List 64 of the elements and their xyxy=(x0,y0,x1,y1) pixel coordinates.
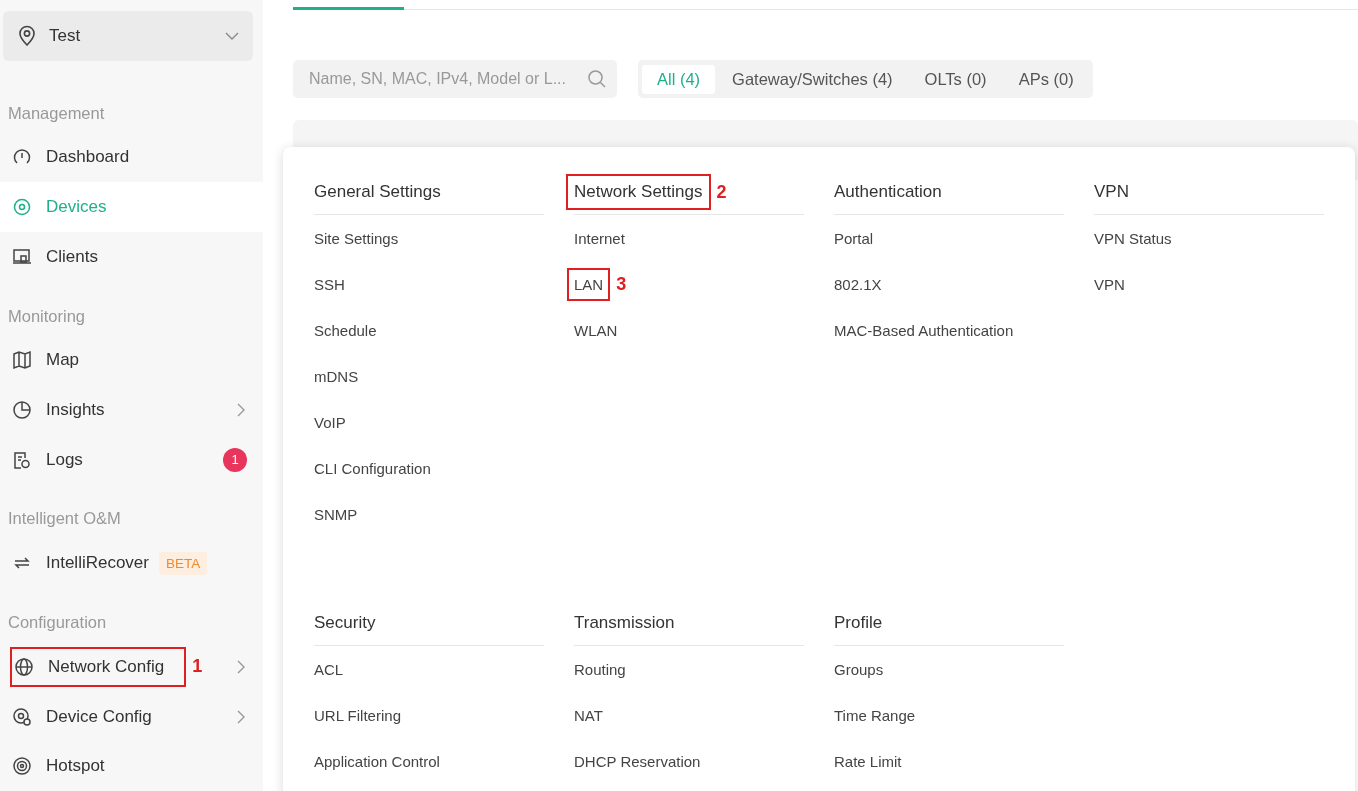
menu-item[interactable]: SSH xyxy=(314,275,345,293)
section-heading: Monitoring xyxy=(7,305,87,327)
menu-item[interactable]: Rate Limit xyxy=(834,752,902,770)
nav-item[interactable]: IntelliRecover BETA xyxy=(0,538,263,589)
nav-item[interactable]: Clients xyxy=(0,231,263,282)
nav-item[interactable]: Network Config 1 xyxy=(0,642,263,692)
hotspot-icon xyxy=(12,756,32,777)
globe-icon xyxy=(14,656,34,677)
monitor-icon xyxy=(12,246,32,267)
search-field[interactable]: Name, SN, MAC, IPv4, Model or L... xyxy=(293,60,617,98)
count-badge: 1 xyxy=(223,447,247,472)
menu-item[interactable]: ACL xyxy=(314,660,344,678)
menu-item[interactable]: URL Filtering xyxy=(314,706,401,724)
file-icon xyxy=(12,449,32,470)
menu-item[interactable]: VoIP xyxy=(314,413,346,431)
nav-item[interactable]: Map xyxy=(0,335,263,386)
filter-tab[interactable]: OLTs (0) xyxy=(909,64,1002,94)
search-icon xyxy=(587,69,607,89)
filter-tab[interactable]: APs (0) xyxy=(1003,64,1089,94)
nav-item[interactable]: Hotspot xyxy=(0,741,263,791)
menu-item[interactable]: VPN xyxy=(1094,275,1125,293)
location-pin-icon xyxy=(17,24,37,47)
annotation-number: 1 xyxy=(192,656,203,678)
menu-item[interactable]: VPN Status xyxy=(1094,229,1172,247)
menu-item[interactable]: mDNS xyxy=(314,367,359,385)
menu-group-heading: Security xyxy=(314,613,376,633)
section-heading: Intelligent O&M xyxy=(7,508,122,530)
menu-item[interactable]: Internet xyxy=(574,229,625,247)
nav-item[interactable]: Logs 1 xyxy=(0,434,263,485)
menu-item[interactable]: Site Settings xyxy=(314,229,399,247)
menu-item[interactable]: WLAN xyxy=(574,321,618,339)
menu-item[interactable]: Time Range xyxy=(834,706,916,724)
menu-item[interactable]: DHCP Reservation xyxy=(574,752,701,770)
menu-group-heading: Authentication xyxy=(834,182,942,202)
filter-tab[interactable]: Gateway/Switches (4) xyxy=(717,64,908,94)
menu-item[interactable]: SNMP xyxy=(314,505,358,523)
menu-group-heading: Profile xyxy=(834,613,883,633)
menu-item[interactable]: NAT xyxy=(574,706,603,724)
site-selector[interactable]: Test xyxy=(3,11,253,61)
menu-item[interactable]: Portal xyxy=(834,229,874,247)
pie-icon xyxy=(12,400,32,420)
menu-item[interactable]: 802.1X xyxy=(834,275,882,293)
annotation-box: Network Config xyxy=(10,646,187,687)
nav-item[interactable]: Device Config xyxy=(0,691,263,742)
chevron-down-icon xyxy=(225,31,239,40)
section-heading: Configuration xyxy=(7,612,108,634)
menu-item[interactable]: Schedule xyxy=(314,321,377,339)
menu-item[interactable]: Routing xyxy=(574,660,626,678)
nav-item[interactable]: Insights xyxy=(0,385,263,435)
menu-group-heading: VPN xyxy=(1094,182,1129,202)
menu-item[interactable]: Groups xyxy=(834,660,884,678)
section-heading: Management xyxy=(7,102,106,124)
annotation-number: 3 xyxy=(616,273,627,295)
menu-item[interactable]: Application Control xyxy=(314,752,440,770)
menu-group-heading: Network Settings xyxy=(566,174,711,210)
beta-tag: BETA xyxy=(159,551,208,575)
menu-item[interactable]: MAC-Based Authentication xyxy=(834,321,1014,339)
menu-group-heading: Transmission xyxy=(574,613,675,633)
nav-item[interactable]: Dashboard xyxy=(0,132,263,183)
target-icon xyxy=(12,197,32,218)
map-icon xyxy=(12,350,32,371)
menu-item[interactable]: CLI Configuration xyxy=(314,459,431,477)
menu-group-heading: General Settings xyxy=(314,182,441,202)
annotation-number: 2 xyxy=(716,181,727,203)
